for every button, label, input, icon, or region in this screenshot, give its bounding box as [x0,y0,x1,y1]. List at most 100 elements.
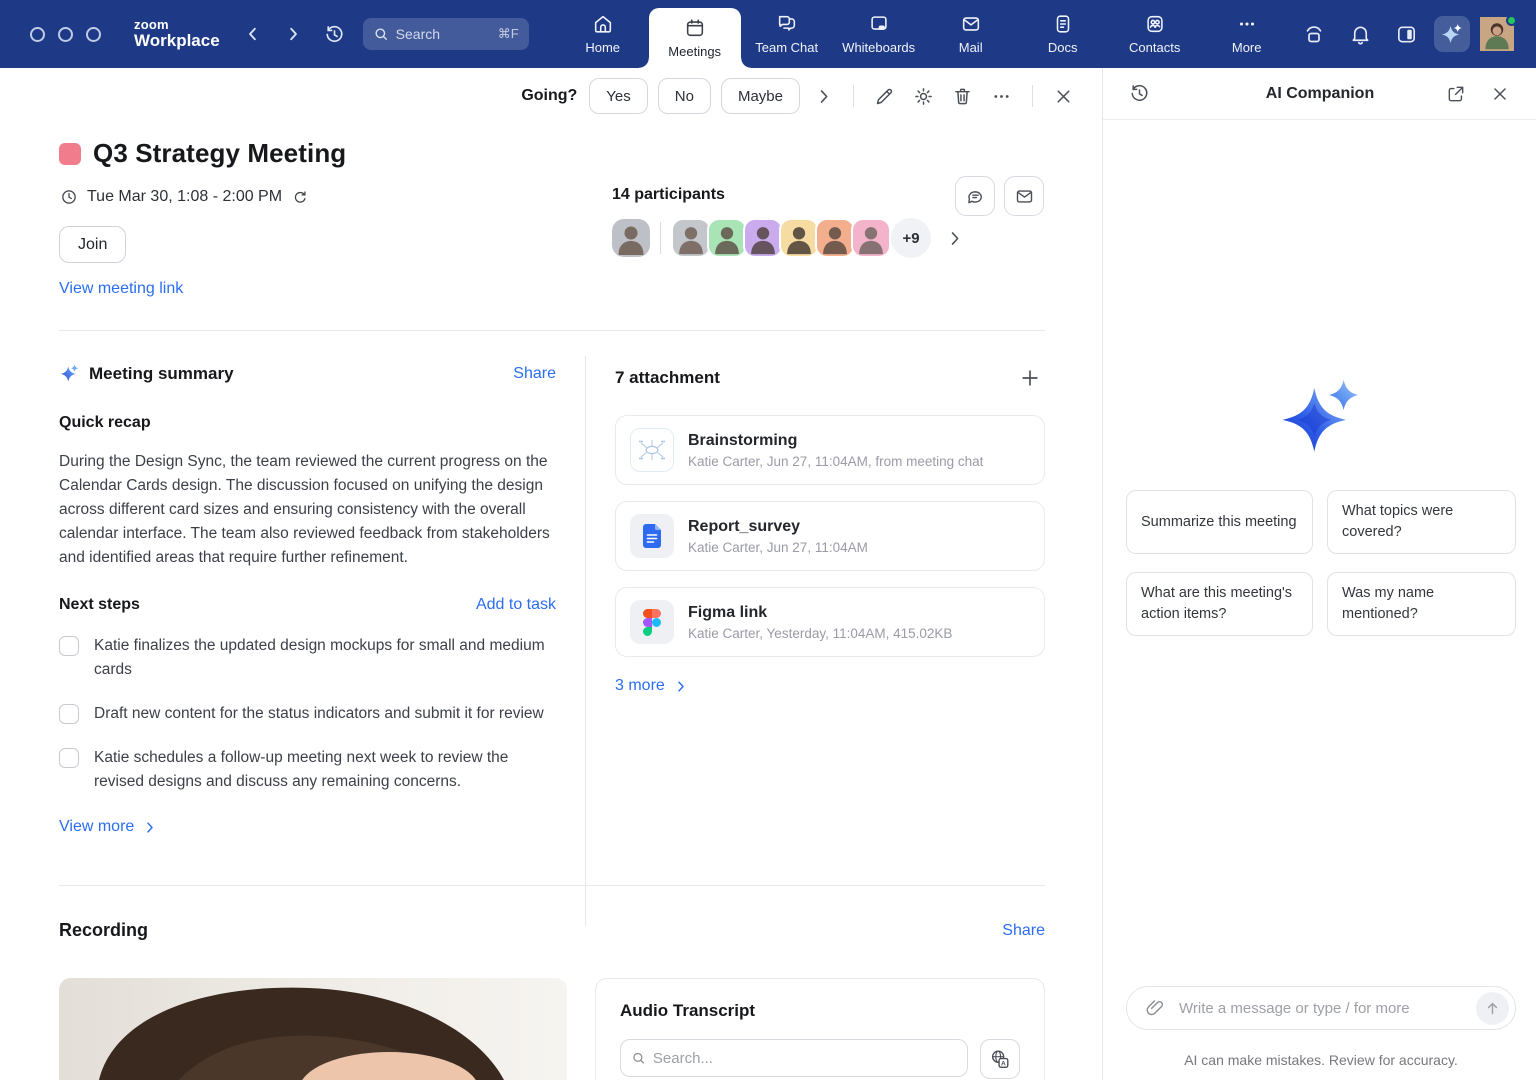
tab-docs[interactable]: Docs [1017,0,1109,68]
search-icon [373,26,389,42]
participants-overflow-badge[interactable]: +9 [891,218,931,258]
rsvp-no-button[interactable]: No [658,78,711,114]
participant-avatar[interactable] [815,218,855,258]
attachments-section: 7 attachment Brainstorming Katie Carter,… [615,363,1045,695]
task-checkbox[interactable] [59,636,79,656]
window-minimize-button[interactable] [58,27,73,42]
tab-mail-label: Mail [959,40,983,55]
participants-expand-button[interactable] [943,227,966,250]
bell-icon [1349,23,1372,46]
edit-meeting-button[interactable] [870,82,899,111]
ai-popout-button[interactable] [1442,80,1470,108]
ai-sparkle-icon [1440,22,1464,46]
task-checkbox[interactable] [59,704,79,724]
tab-mail[interactable]: Mail [925,0,1017,68]
chip-name-mentioned[interactable]: Was my name mentioned? [1327,572,1516,636]
recording-section: Recording Share Audio Transcript A [59,920,1045,941]
video-frame [59,978,567,1080]
nav-forward-button[interactable] [282,23,304,45]
ai-close-button[interactable] [1486,80,1514,108]
divider [853,85,854,107]
more-options-button[interactable] [987,82,1016,111]
send-message-button[interactable] [1476,992,1509,1025]
close-icon [1490,84,1510,104]
add-attachment-button[interactable] [1015,363,1045,393]
side-panel-toggle-button[interactable] [1388,16,1424,52]
ai-history-button[interactable] [1125,79,1154,108]
task-checkbox[interactable] [59,748,79,768]
share-summary-link[interactable]: Share [513,365,556,383]
search-placeholder: Search [396,26,440,42]
notifications-button[interactable] [1342,16,1378,52]
attachment-meta: Katie Carter, Yesterday, 11:04AM, 415.02… [688,626,952,641]
chevron-right-icon [284,25,302,43]
attachment-report-survey[interactable]: Report_survey Katie Carter, Jun 27, 11:0… [615,501,1045,571]
ai-disclaimer: AI can make mistakes. Review for accurac… [1126,1052,1516,1068]
history-button[interactable] [322,22,347,47]
email-participants-button[interactable] [1004,176,1044,216]
tab-contacts[interactable]: Contacts [1109,0,1201,68]
rsvp-expand-button[interactable] [810,83,837,110]
contacts-icon [1144,13,1166,35]
meeting-summary-section: Meeting summary Share Quick recap During… [59,363,556,836]
participant-avatar[interactable] [707,218,747,258]
divider [59,330,1045,331]
global-search-input[interactable]: Search ⌘F [363,18,529,50]
participant-avatar[interactable] [671,218,711,258]
more-attachments-link[interactable]: 3 more [615,677,665,695]
participant-avatar[interactable] [851,218,891,258]
audio-transcript-title: Audio Transcript [620,1001,1020,1021]
meeting-settings-button[interactable] [909,82,938,111]
translate-button[interactable]: A [980,1039,1020,1079]
tab-team-chat[interactable]: Team Chat [741,0,833,68]
tab-home[interactable]: Home [557,0,649,68]
tab-more[interactable]: More [1201,0,1293,68]
rsvp-yes-button[interactable]: Yes [589,78,647,114]
chat-participants-button[interactable] [955,176,995,216]
chip-topics-covered[interactable]: What topics were covered? [1327,490,1516,554]
summary-title: Meeting summary [89,364,234,384]
attachment-figma-link[interactable]: Figma link Katie Carter, Yesterday, 11:0… [615,587,1045,657]
chevron-right-icon [945,229,964,248]
clock-icon [60,188,78,206]
ai-message-input[interactable] [1179,1000,1466,1017]
participants-section: 14 participants +9 [612,186,1046,258]
delete-meeting-button[interactable] [948,82,977,111]
view-more-link[interactable]: View more [59,818,134,836]
organizer-avatar[interactable] [612,219,650,257]
recording-video-thumbnail[interactable] [59,978,567,1080]
connect-device-button[interactable] [1296,16,1332,52]
close-meeting-button[interactable] [1049,82,1078,111]
recording-title: Recording [59,920,148,941]
figma-icon [630,600,674,644]
chevron-right-icon [814,87,833,106]
chip-action-items[interactable]: What are this meeting's action items? [1126,572,1313,636]
recurring-icon [291,188,309,206]
task-item: Draft new content for the status indicat… [59,702,556,726]
window-close-button[interactable] [30,27,45,42]
view-meeting-link[interactable]: View meeting link [59,280,183,298]
rsvp-maybe-button[interactable]: Maybe [721,78,800,114]
tab-meetings[interactable]: Meetings [649,8,741,68]
ai-companion-button[interactable] [1434,16,1470,52]
share-recording-link[interactable]: Share [1002,922,1045,940]
nav-back-button[interactable] [242,23,264,45]
profile-avatar[interactable] [1480,16,1516,52]
ai-message-composer [1126,986,1516,1030]
participant-avatar[interactable] [743,218,783,258]
tab-whiteboards[interactable]: Whiteboards [833,0,925,68]
meeting-datetime: Tue Mar 30, 1:08 - 2:00 PM [87,188,282,206]
participant-avatar[interactable] [779,218,819,258]
plus-icon [1019,367,1041,389]
attachment-brainstorming[interactable]: Brainstorming Katie Carter, Jun 27, 11:0… [615,415,1045,485]
task-text: Katie schedules a follow-up meeting next… [94,746,556,794]
transcript-search-input[interactable] [653,1050,957,1067]
attach-file-button[interactable] [1141,994,1169,1022]
meeting-color-chip [59,143,81,165]
quick-recap-text: During the Design Sync, the team reviewe… [59,450,556,570]
add-to-task-link[interactable]: Add to task [476,596,556,614]
audio-transcript-card: Audio Transcript A [595,978,1045,1080]
join-button[interactable]: Join [59,226,126,263]
chip-summarize-meeting[interactable]: Summarize this meeting [1126,490,1313,554]
window-zoom-button[interactable] [86,27,101,42]
